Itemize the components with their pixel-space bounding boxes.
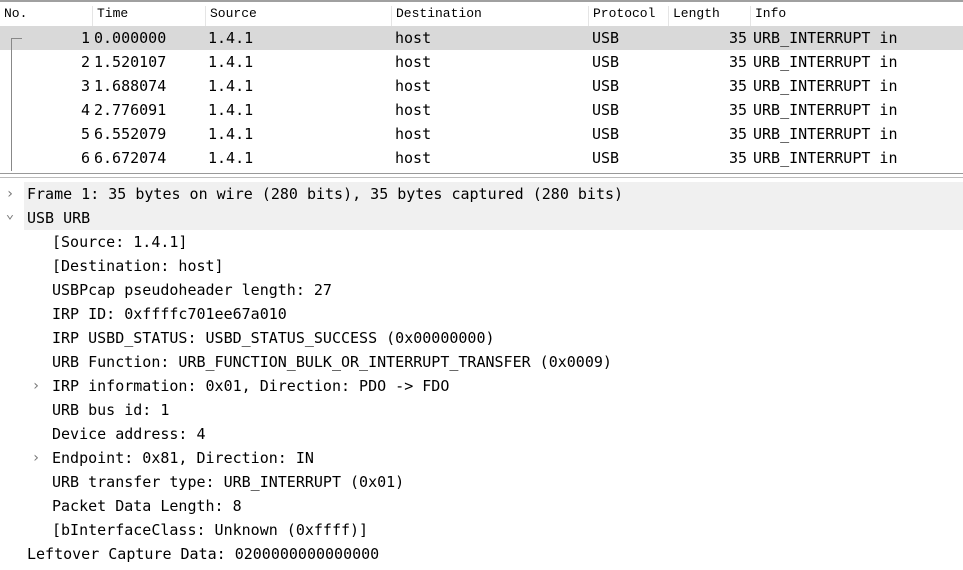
cell-destination: host — [395, 125, 432, 143]
packet-list-header: No. Time Source Destination Protocol Len… — [0, 0, 963, 28]
detail-item[interactable]: IRP information: 0x01, Direction: PDO ->… — [0, 374, 963, 398]
cell-protocol: USB — [592, 101, 620, 119]
cell-time: 2.776091 — [94, 101, 167, 119]
detail-label: IRP ID: 0xffffc701ee67a010 — [52, 305, 287, 323]
cell-info: URB_INTERRUPT in — [753, 77, 898, 95]
cell-protocol: USB — [592, 29, 620, 47]
column-header-info[interactable]: Info — [750, 6, 786, 28]
column-header-length[interactable]: Length — [668, 6, 720, 28]
cell-destination: host — [395, 53, 432, 71]
packet-row[interactable]: 4 2.776091 1.4.1 host USB 35 URB_INTERRUPT in — [0, 98, 963, 122]
cell-no: 1 — [80, 29, 90, 47]
cell-time: 1.520107 — [94, 53, 167, 71]
cell-length: 35 — [728, 53, 747, 71]
cell-length: 35 — [728, 29, 747, 47]
cell-destination: host — [395, 149, 432, 167]
cell-destination: host — [395, 77, 432, 95]
cell-length: 35 — [728, 77, 747, 95]
cell-source: 1.4.1 — [208, 77, 254, 95]
packet-row[interactable]: 2 1.520107 1.4.1 host USB 35 URB_INTERRUPT in — [0, 50, 963, 74]
detail-label: Packet Data Length: 8 — [52, 497, 242, 515]
cell-protocol: USB — [592, 125, 620, 143]
detail-item[interactable]: USB URB — [24, 206, 963, 230]
detail-item[interactable]: Device address: 4 — [0, 422, 963, 446]
detail-label: URB Function: URB_FUNCTION_BULK_OR_INTER… — [52, 353, 612, 371]
cell-length: 35 — [728, 101, 747, 119]
column-header-source[interactable]: Source — [205, 6, 257, 28]
cell-protocol: USB — [592, 77, 620, 95]
detail-label: Frame 1: 35 bytes on wire (280 bits), 35… — [27, 185, 624, 203]
cell-info: URB_INTERRUPT in — [753, 125, 898, 143]
detail-item[interactable]: Leftover Capture Data: 0200000000000000 — [0, 542, 963, 566]
detail-label: IRP USBD_STATUS: USBD_STATUS_SUCCESS (0x… — [52, 329, 495, 347]
detail-item[interactable]: Packet Data Length: 8 — [0, 494, 963, 518]
detail-label: [Source: 1.4.1] — [52, 233, 188, 251]
cell-no: 5 — [80, 125, 90, 143]
cell-time: 6.672074 — [94, 149, 167, 167]
cell-destination: host — [395, 29, 432, 47]
detail-item[interactable]: IRP ID: 0xffffc701ee67a010 — [0, 302, 963, 326]
cell-no: 3 — [80, 77, 90, 95]
cell-source: 1.4.1 — [208, 53, 254, 71]
packet-row[interactable]: 5 6.552079 1.4.1 host USB 35 URB_INTERRUPT in — [0, 122, 963, 146]
pane-divider[interactable] — [0, 173, 963, 174]
detail-item[interactable]: URB Function: URB_FUNCTION_BULK_OR_INTER… — [0, 350, 963, 374]
cell-length: 35 — [728, 125, 747, 143]
column-header-no[interactable]: No. — [0, 6, 27, 28]
detail-item[interactable]: [Source: 1.4.1] — [0, 230, 963, 254]
cell-time: 6.552079 — [94, 125, 167, 143]
packet-row[interactable]: 3 1.688074 1.4.1 host USB 35 URB_INTERRUPT in — [0, 74, 963, 98]
cell-length: 35 — [728, 149, 747, 167]
cell-source: 1.4.1 — [208, 29, 254, 47]
detail-label: [bInterfaceClass: Unknown (0xffff)] — [52, 521, 369, 539]
detail-item[interactable]: [Destination: host] — [0, 254, 963, 278]
detail-label: Endpoint: 0x81, Direction: IN — [52, 449, 314, 467]
detail-label: URB transfer type: URB_INTERRUPT (0x01) — [52, 473, 405, 491]
detail-label: [Destination: host] — [52, 257, 224, 275]
cell-destination: host — [395, 101, 432, 119]
detail-label: Leftover Capture Data: 0200000000000000 — [27, 545, 380, 563]
detail-item[interactable]: URB bus id: 1 — [0, 398, 963, 422]
column-header-protocol[interactable]: Protocol — [588, 6, 655, 28]
detail-item[interactable]: Frame 1: 35 bytes on wire (280 bits), 35… — [24, 182, 963, 206]
cell-source: 1.4.1 — [208, 149, 254, 167]
cell-source: 1.4.1 — [208, 125, 254, 143]
detail-label: Device address: 4 — [52, 425, 206, 443]
column-header-time[interactable]: Time — [92, 6, 128, 28]
detail-item[interactable]: URB transfer type: URB_INTERRUPT (0x01) — [0, 470, 963, 494]
detail-label: IRP information: 0x01, Direction: PDO ->… — [52, 377, 450, 395]
collapse-chevron-icon[interactable]: ⌄ — [0, 202, 20, 226]
packet-row[interactable]: 6 6.672074 1.4.1 host USB 35 URB_INTERRUPT in — [0, 146, 963, 170]
detail-label: URB bus id: 1 — [52, 401, 170, 419]
cell-time: 0.000000 — [94, 29, 167, 47]
detail-label: USB URB — [27, 209, 91, 227]
detail-item[interactable]: USBPcap pseudoheader length: 27 — [0, 278, 963, 302]
cell-source: 1.4.1 — [208, 101, 254, 119]
cell-protocol: USB — [592, 53, 620, 71]
packet-row[interactable]: 1 0.000000 1.4.1 host USB 35 URB_INTERRUPT in — [0, 26, 963, 50]
cell-info: URB_INTERRUPT in — [753, 53, 898, 71]
detail-item[interactable]: IRP USBD_STATUS: USBD_STATUS_SUCCESS (0x… — [0, 326, 963, 350]
conversation-tree-line — [11, 38, 22, 171]
detail-label: USBPcap pseudoheader length: 27 — [52, 281, 332, 299]
detail-item[interactable]: [bInterfaceClass: Unknown (0xffff)] — [0, 518, 963, 542]
detail-item[interactable]: Endpoint: 0x81, Direction: IN — [0, 446, 963, 470]
cell-time: 1.688074 — [94, 77, 167, 95]
cell-info: URB_INTERRUPT in — [753, 29, 898, 47]
cell-no: 4 — [80, 101, 90, 119]
pane-divider-line — [0, 177, 963, 178]
cell-no: 6 — [80, 149, 90, 167]
cell-no: 2 — [80, 53, 90, 71]
cell-info: URB_INTERRUPT in — [753, 101, 898, 119]
cell-protocol: USB — [592, 149, 620, 167]
column-header-destination[interactable]: Destination — [391, 6, 482, 28]
cell-info: URB_INTERRUPT in — [753, 149, 898, 167]
